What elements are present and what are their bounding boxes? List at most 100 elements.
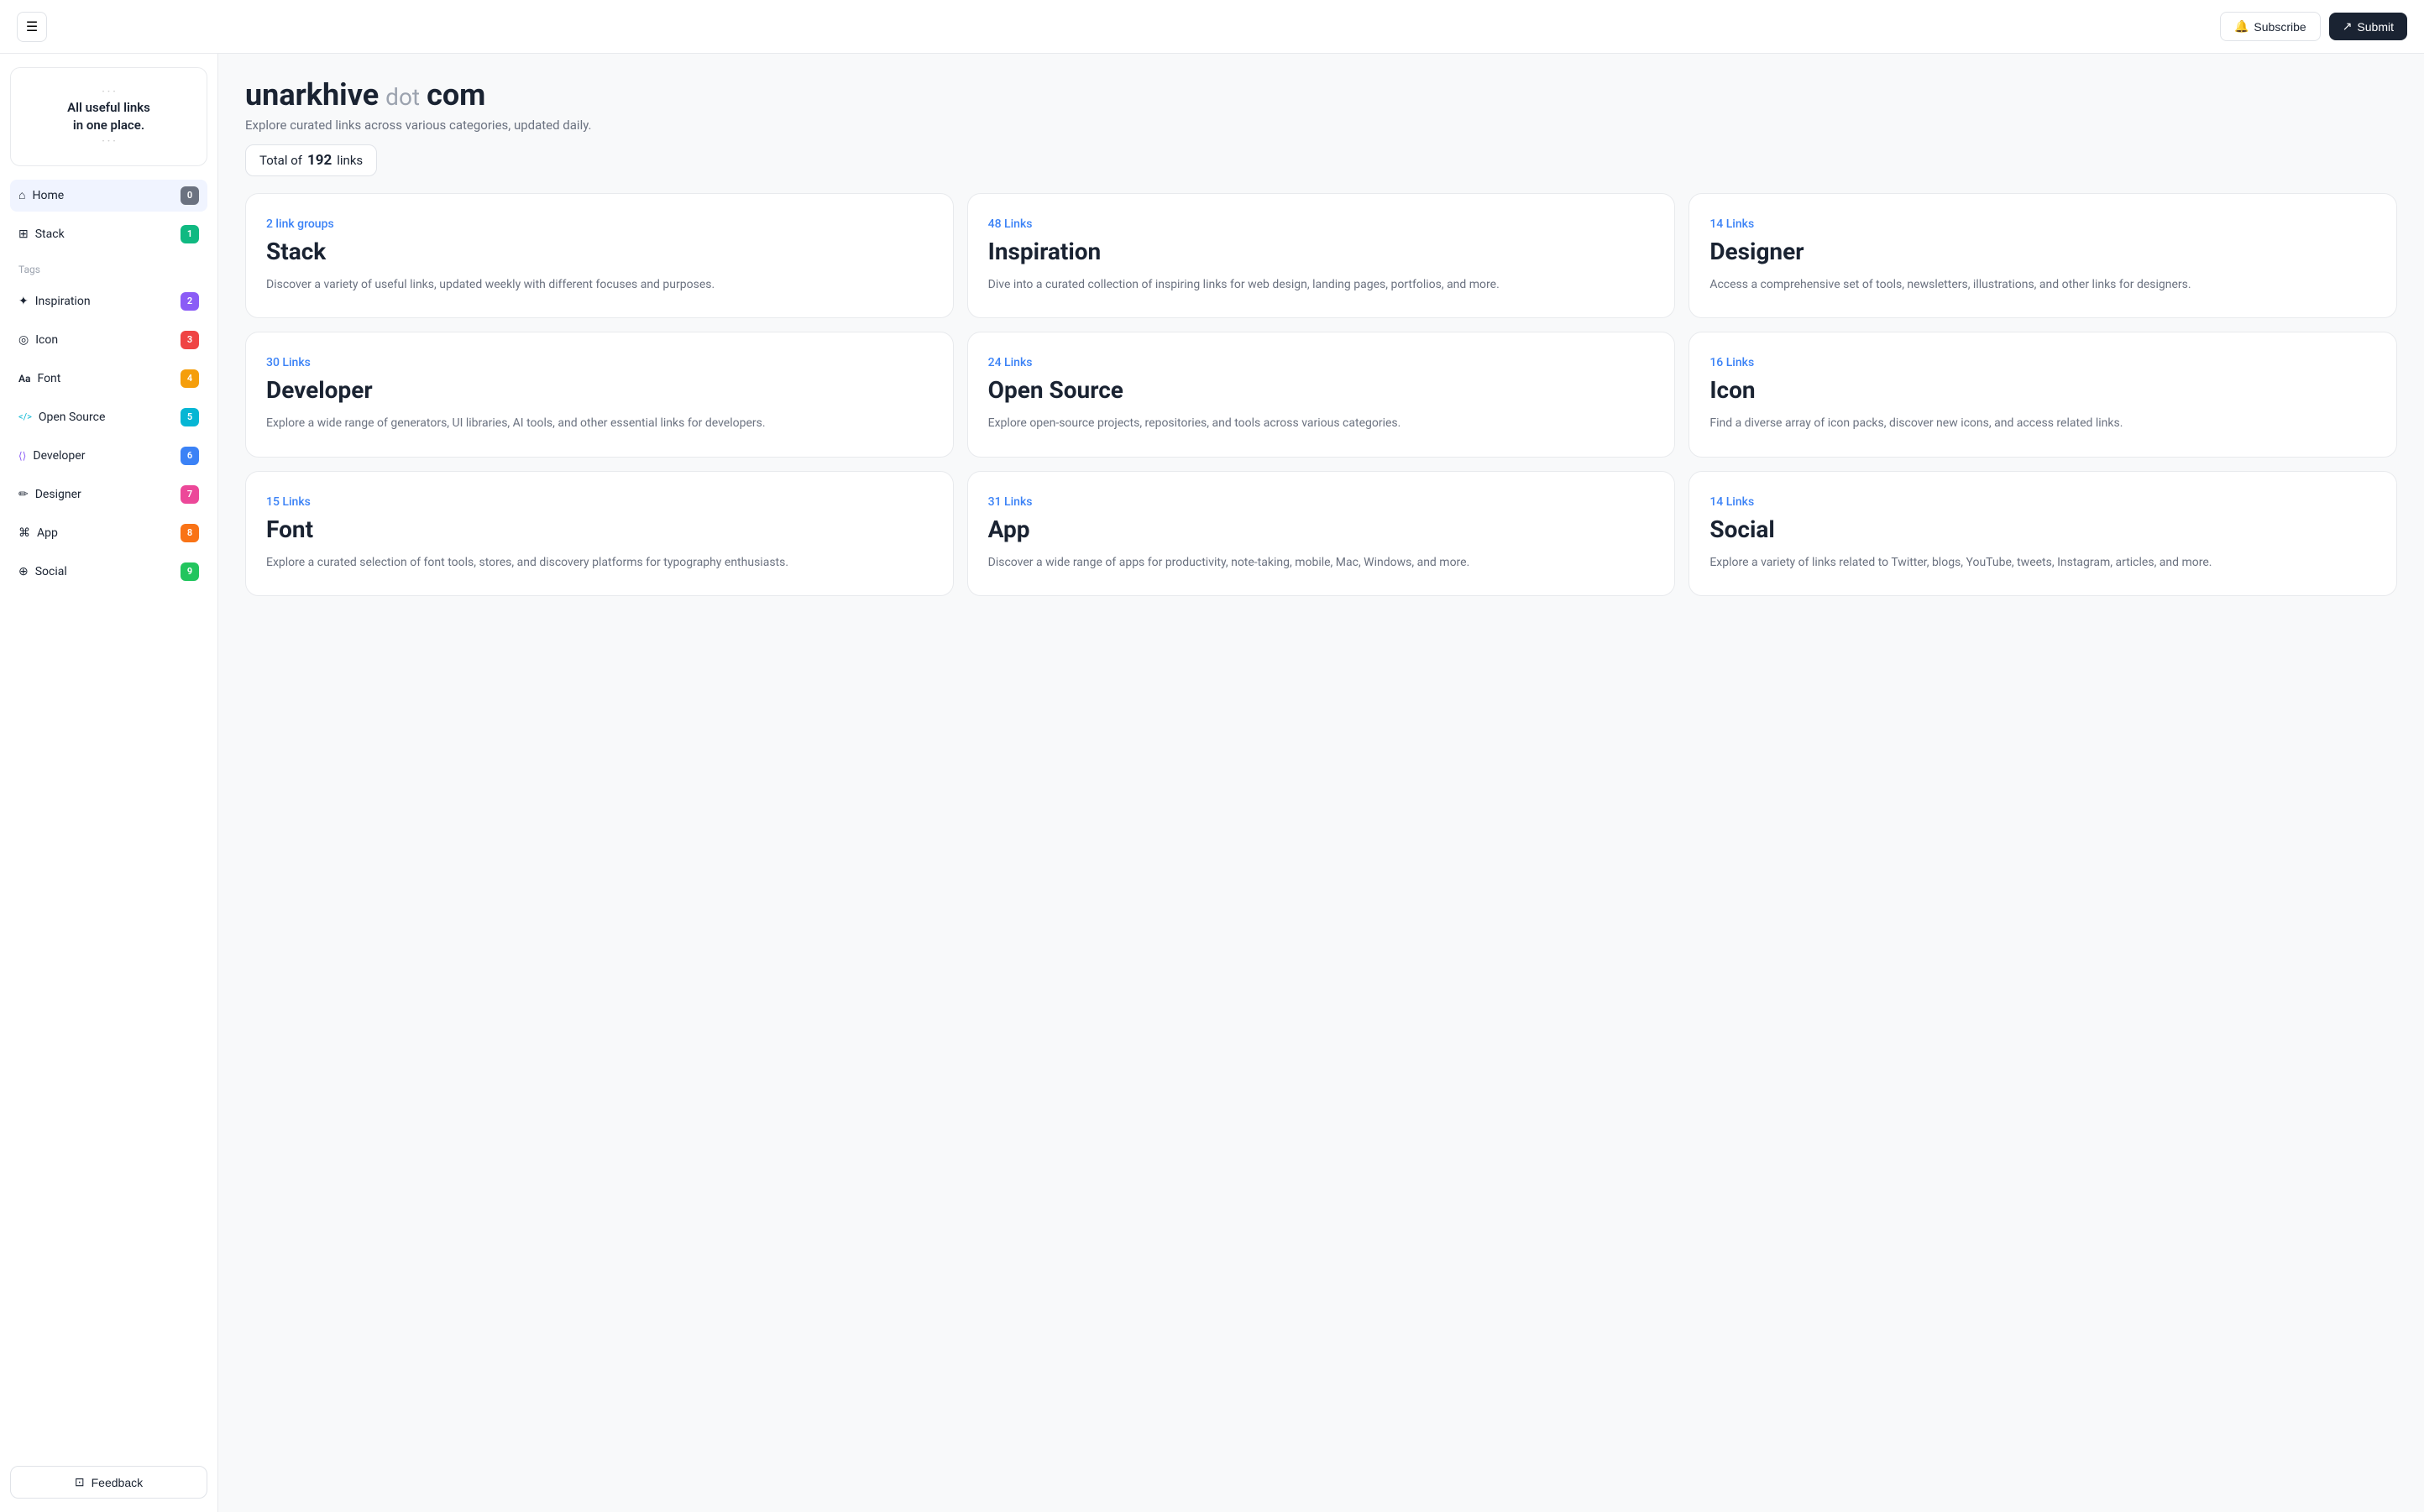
inspiration-icon: ✦ <box>18 295 29 308</box>
card-developer[interactable]: 30 Links Developer Explore a wide range … <box>245 332 954 457</box>
sidebar-logo: All useful linksin one place. <box>10 67 207 166</box>
sidebar: All useful linksin one place. ⌂ Home 0 ⊞… <box>0 54 218 1512</box>
subscribe-label: Subscribe <box>2254 20 2306 34</box>
icon-badge: 3 <box>181 331 199 349</box>
card-icon-title: Icon <box>1709 376 2376 404</box>
social-badge: 9 <box>181 562 199 581</box>
subscribe-icon: 🔔 <box>2234 19 2249 34</box>
card-font[interactable]: 15 Links Font Explore a curated selectio… <box>245 471 954 596</box>
page-subtitle: Explore curated links across various cat… <box>245 118 2397 133</box>
card-developer-title: Developer <box>266 376 933 404</box>
font-icon: Aa <box>18 373 30 385</box>
card-opensource-links: 24 Links <box>988 356 1655 369</box>
topnav-right: 🔔 Subscribe ↗ Submit <box>2220 12 2407 41</box>
sidebar-app-label: App <box>37 526 58 540</box>
sidebar-item-icon[interactable]: ◎ Icon 3 <box>10 324 207 356</box>
inspiration-badge: 2 <box>181 292 199 311</box>
font-badge: 4 <box>181 369 199 388</box>
designer-badge: 7 <box>181 485 199 504</box>
sidebar-item-opensource[interactable]: </> Open Source 5 <box>10 401 207 433</box>
app-icon: ⌘ <box>18 526 30 540</box>
sidebar-item-developer[interactable]: ⟨⟩ Developer 6 <box>10 440 207 472</box>
card-stack-desc: Discover a variety of useful links, upda… <box>266 275 933 294</box>
card-social-links: 14 Links <box>1709 495 2376 509</box>
title-part1: unarkhive <box>245 77 379 112</box>
total-count: 192 <box>307 152 332 169</box>
page-header: unarkhive dot com Explore curated links … <box>245 77 2397 176</box>
sidebar-item-app[interactable]: ⌘ App 8 <box>10 517 207 549</box>
sidebar-item-designer[interactable]: ✏ Designer 7 <box>10 479 207 510</box>
app-badge: 8 <box>181 524 199 542</box>
card-icon-desc: Find a diverse array of icon packs, disc… <box>1709 414 2376 432</box>
card-stack[interactable]: 2 link groups Stack Discover a variety o… <box>245 193 954 318</box>
developer-badge: 6 <box>181 447 199 465</box>
page-title: unarkhive dot com <box>245 77 2397 112</box>
feedback-button[interactable]: ⊡ Feedback <box>10 1466 207 1499</box>
home-icon: ⌂ <box>18 188 25 202</box>
sidebar-item-stack[interactable]: ⊞ Stack 1 <box>10 218 207 250</box>
card-icon[interactable]: 16 Links Icon Find a diverse array of ic… <box>1688 332 2397 457</box>
card-font-title: Font <box>266 515 933 543</box>
tags-section-label: Tags <box>10 260 207 279</box>
submit-icon: ↗ <box>2343 19 2353 34</box>
card-social-title: Social <box>1709 515 2376 543</box>
designer-icon: ✏ <box>18 488 29 501</box>
sidebar-developer-label: Developer <box>33 449 85 463</box>
total-suffix: links <box>337 153 363 168</box>
title-part2: com <box>427 77 485 112</box>
icon-icon: ◎ <box>18 333 29 347</box>
sidebar-font-label: Font <box>37 372 60 385</box>
sidebar-item-inspiration[interactable]: ✦ Inspiration 2 <box>10 285 207 317</box>
developer-icon: ⟨⟩ <box>18 450 26 462</box>
card-developer-desc: Explore a wide range of generators, UI l… <box>266 414 933 432</box>
title-dot: dot <box>385 83 420 111</box>
opensource-icon: </> <box>18 411 32 422</box>
toggle-icon <box>26 18 38 35</box>
feedback-icon: ⊡ <box>75 1475 85 1489</box>
sidebar-opensource-label: Open Source <box>39 411 106 424</box>
stack-badge: 1 <box>181 225 199 243</box>
card-app-desc: Discover a wide range of apps for produc… <box>988 553 1655 572</box>
logo-text: All useful linksin one place. <box>67 85 150 149</box>
main-content: unarkhive dot com Explore curated links … <box>218 54 2424 1512</box>
cards-grid: 2 link groups Stack Discover a variety o… <box>245 193 2397 596</box>
card-designer-desc: Access a comprehensive set of tools, new… <box>1709 275 2376 294</box>
sidebar-item-font[interactable]: Aa Font 4 <box>10 363 207 395</box>
total-links-badge: Total of 192 links <box>245 144 377 176</box>
card-inspiration-links: 48 Links <box>988 217 1655 231</box>
social-icon: ⊕ <box>18 565 29 578</box>
sidebar-social-label: Social <box>35 565 67 578</box>
card-opensource[interactable]: 24 Links Open Source Explore open-source… <box>967 332 1676 457</box>
sidebar-inspiration-label: Inspiration <box>35 295 91 308</box>
card-designer[interactable]: 14 Links Designer Access a comprehensive… <box>1688 193 2397 318</box>
card-app-title: App <box>988 515 1655 543</box>
stack-icon: ⊞ <box>18 228 29 241</box>
submit-button[interactable]: ↗ Submit <box>2329 13 2407 40</box>
card-app[interactable]: 31 Links App Discover a wide range of ap… <box>967 471 1676 596</box>
total-prefix: Total of <box>259 153 302 168</box>
sidebar-item-social[interactable]: ⊕ Social 9 <box>10 556 207 588</box>
card-designer-title: Designer <box>1709 238 2376 265</box>
opensource-badge: 5 <box>181 408 199 426</box>
sidebar-footer: ⊡ Feedback <box>10 1456 207 1499</box>
card-icon-links: 16 Links <box>1709 356 2376 369</box>
card-inspiration[interactable]: 48 Links Inspiration Dive into a curated… <box>967 193 1676 318</box>
app-layout: All useful linksin one place. ⌂ Home 0 ⊞… <box>0 54 2424 1512</box>
sidebar-home-label: Home <box>32 189 64 202</box>
sidebar-toggle-button[interactable] <box>17 12 47 42</box>
card-opensource-desc: Explore open-source projects, repositori… <box>988 414 1655 432</box>
card-app-links: 31 Links <box>988 495 1655 509</box>
card-stack-title: Stack <box>266 238 933 265</box>
submit-label: Submit <box>2357 20 2394 34</box>
top-navigation: 🔔 Subscribe ↗ Submit <box>0 0 2424 54</box>
sidebar-icon-label: Icon <box>35 333 58 347</box>
card-font-desc: Explore a curated selection of font tool… <box>266 553 933 572</box>
card-inspiration-desc: Dive into a curated collection of inspir… <box>988 275 1655 294</box>
sidebar-item-home[interactable]: ⌂ Home 0 <box>10 180 207 212</box>
card-inspiration-title: Inspiration <box>988 238 1655 265</box>
card-social[interactable]: 14 Links Social Explore a variety of lin… <box>1688 471 2397 596</box>
feedback-label: Feedback <box>92 1476 143 1489</box>
subscribe-button[interactable]: 🔔 Subscribe <box>2220 12 2321 41</box>
home-badge: 0 <box>181 186 199 205</box>
card-stack-links: 2 link groups <box>266 217 933 231</box>
